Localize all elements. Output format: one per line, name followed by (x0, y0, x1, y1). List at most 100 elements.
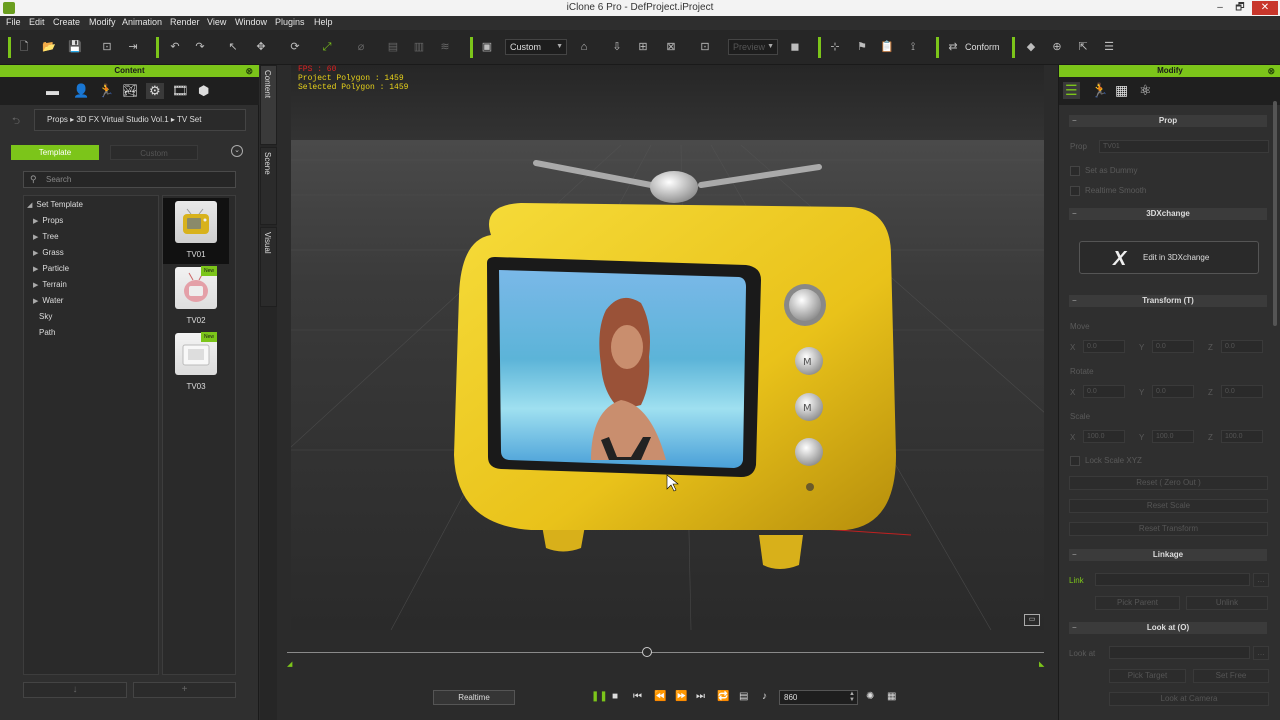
camera-select[interactable]: Custom ▼ (505, 39, 567, 55)
go-to-start-icon[interactable]: ⏮ (633, 691, 642, 703)
flag-icon[interactable]: ⚑ (855, 40, 869, 55)
tab-visual[interactable]: Visual (260, 227, 277, 307)
link-field[interactable] (1095, 573, 1250, 586)
snap-icon[interactable]: ⌀ (352, 40, 370, 55)
previous-frame-icon[interactable]: ⏪ (654, 691, 666, 703)
folder-icon[interactable]: ▬ (46, 83, 59, 98)
close-panel-icon[interactable]: ⊗ (1267, 65, 1275, 77)
search-scene-icon[interactable]: ⊕ (1050, 40, 1064, 55)
playback-settings-icon[interactable]: ✺ (866, 691, 874, 703)
new-file-icon[interactable]: 🗋 (17, 40, 31, 55)
rotate-x-field[interactable]: 0.0 (1083, 385, 1125, 398)
tree-item-sky[interactable]: Sky (39, 312, 52, 321)
menu-modify[interactable]: Modify (89, 17, 116, 27)
breadcrumb[interactable]: Props ▸ 3D FX Virtual Studio Vol.1 ▸ TV … (34, 109, 246, 131)
menu-file[interactable]: File (6, 17, 21, 27)
media-icon[interactable]: 🎞 (172, 83, 189, 99)
undo-icon[interactable]: ↶ (168, 40, 182, 55)
add-button[interactable]: + (133, 682, 236, 698)
edit-in-3dxchange-button[interactable]: X Edit in 3DXchange (1079, 241, 1259, 274)
scale-x-field[interactable]: 100.0 (1083, 430, 1125, 443)
range-start-marker-icon[interactable]: ◢ (287, 660, 292, 668)
set-as-dummy-checkbox[interactable] (1070, 166, 1080, 176)
reset-transform-button[interactable]: Reset Transform (1069, 522, 1268, 536)
set-free-button[interactable]: Set Free (1193, 669, 1269, 683)
stop-icon[interactable]: ■ (612, 691, 618, 703)
tab-scene[interactable]: Scene (260, 147, 277, 225)
mirror-icon[interactable]: ≋ (438, 40, 452, 55)
minimize-button[interactable]: – (1210, 1, 1230, 15)
tree-item-set-template[interactable]: ◢ Set Template (27, 200, 83, 209)
timeline-playhead[interactable] (641, 647, 652, 657)
share-icon[interactable]: ⇱ (1076, 40, 1090, 55)
look-at-field[interactable] (1109, 646, 1250, 659)
conform-button[interactable]: Conform (965, 40, 1000, 55)
lock-scale-checkbox[interactable] (1070, 456, 1080, 466)
move-z-field[interactable]: 0.0 (1221, 340, 1263, 353)
select-arrow-icon[interactable]: ↖ (226, 40, 240, 55)
stage-icon[interactable]: 🏞 (122, 83, 139, 99)
tree-item-props[interactable]: ▶ Props (33, 216, 63, 225)
move-x-field[interactable]: 0.0 (1083, 340, 1125, 353)
modify-scrollbar[interactable] (1273, 101, 1277, 326)
go-to-end-icon[interactable]: ⏭ (696, 691, 705, 703)
3d-viewport[interactable]: M M FPS : 60 Project Polygon : 1459 Sele… (291, 65, 1044, 630)
tab-content[interactable]: Content (260, 65, 277, 145)
section-prop[interactable]: − Prop (1069, 115, 1267, 127)
tree-item-terrain[interactable]: ▶ Terrain (33, 280, 67, 289)
scale-y-field[interactable]: 100.0 (1152, 430, 1194, 443)
open-folder-icon[interactable]: 📂 (42, 40, 56, 55)
pick-parent-button[interactable]: Pick Parent (1095, 596, 1180, 610)
scale-z-field[interactable]: 100.0 (1221, 430, 1263, 443)
menu-window[interactable]: Window (235, 17, 267, 27)
video-camera-icon[interactable]: ◼ (787, 40, 803, 55)
spinner-icon[interactable]: ▲ ▼ (849, 691, 855, 703)
zoom-extents-icon[interactable]: ⊠ (662, 40, 680, 55)
thumbnail-tv02[interactable]: New TV02 (163, 264, 229, 330)
sliders-icon[interactable]: ☰ (1063, 82, 1080, 99)
reset-zero-out-button[interactable]: Reset ( Zero Out ) (1069, 476, 1268, 490)
collapse-icon[interactable]: ⌄ (231, 145, 243, 157)
tab-custom[interactable]: Custom (110, 145, 198, 160)
tree-item-grass[interactable]: ▶ Grass (33, 248, 64, 257)
loop-icon[interactable]: 🔁 (717, 691, 729, 703)
section-3dxchange[interactable]: − 3DXchange (1069, 208, 1267, 220)
timeline-toggle-icon[interactable]: ▦ (887, 691, 896, 703)
unlink-button[interactable]: Unlink (1186, 596, 1268, 610)
back-arrow-icon[interactable]: ⮌ (12, 114, 20, 131)
save-icon[interactable]: 💾 (68, 40, 82, 55)
layout-icon[interactable]: ▣ (480, 40, 494, 55)
look-at-browse-button[interactable]: … (1253, 646, 1269, 660)
restore-button[interactable]: 🗗 (1230, 1, 1250, 15)
animation-figure-icon[interactable]: 🏃 (1091, 82, 1108, 99)
preview-render-icon[interactable]: ⊡ (100, 40, 114, 55)
menu-edit[interactable]: Edit (29, 17, 45, 27)
menu-help[interactable]: Help (314, 17, 333, 27)
export-icon[interactable]: ⇥ (126, 40, 140, 55)
realtime-smooth-checkbox[interactable] (1070, 186, 1080, 196)
avatar-icon[interactable]: 👤 (73, 83, 89, 99)
menu-render[interactable]: Render (170, 17, 200, 27)
material-checker-icon[interactable]: ▦ (1115, 82, 1128, 99)
tree-item-water[interactable]: ▶ Water (33, 296, 63, 305)
search-input[interactable]: ⚲ Search (23, 171, 236, 188)
keyframe-icon[interactable]: ◆ (1024, 40, 1038, 55)
close-button[interactable]: ✕ (1252, 1, 1278, 15)
section-transform[interactable]: − Transform (T) (1069, 295, 1267, 307)
camera-pan-icon[interactable]: ⊞ (636, 40, 650, 55)
subtitle-icon[interactable]: ▤ (739, 691, 748, 703)
tab-template[interactable]: Template (11, 145, 99, 160)
set-icon[interactable]: ⚙ (146, 83, 164, 99)
frame-number-field[interactable]: 860 ▲ ▼ (779, 690, 858, 705)
export-content-icon[interactable]: ⬢ (198, 83, 209, 99)
frame-selected-icon[interactable]: ⊡ (696, 40, 714, 55)
thumbnail-tv01[interactable]: TV01 (163, 198, 229, 264)
rotate-icon[interactable]: ⟳ (286, 40, 304, 55)
scale-icon[interactable]: ⤢ (320, 40, 334, 55)
section-linkage[interactable]: − Linkage (1069, 549, 1267, 561)
realtime-button[interactable]: Realtime (433, 690, 515, 705)
menu-animation[interactable]: Animation (122, 17, 162, 27)
rotate-z-field[interactable]: 0.0 (1221, 385, 1263, 398)
reset-scale-button[interactable]: Reset Scale (1069, 499, 1268, 513)
link-browse-button[interactable]: … (1253, 573, 1269, 587)
